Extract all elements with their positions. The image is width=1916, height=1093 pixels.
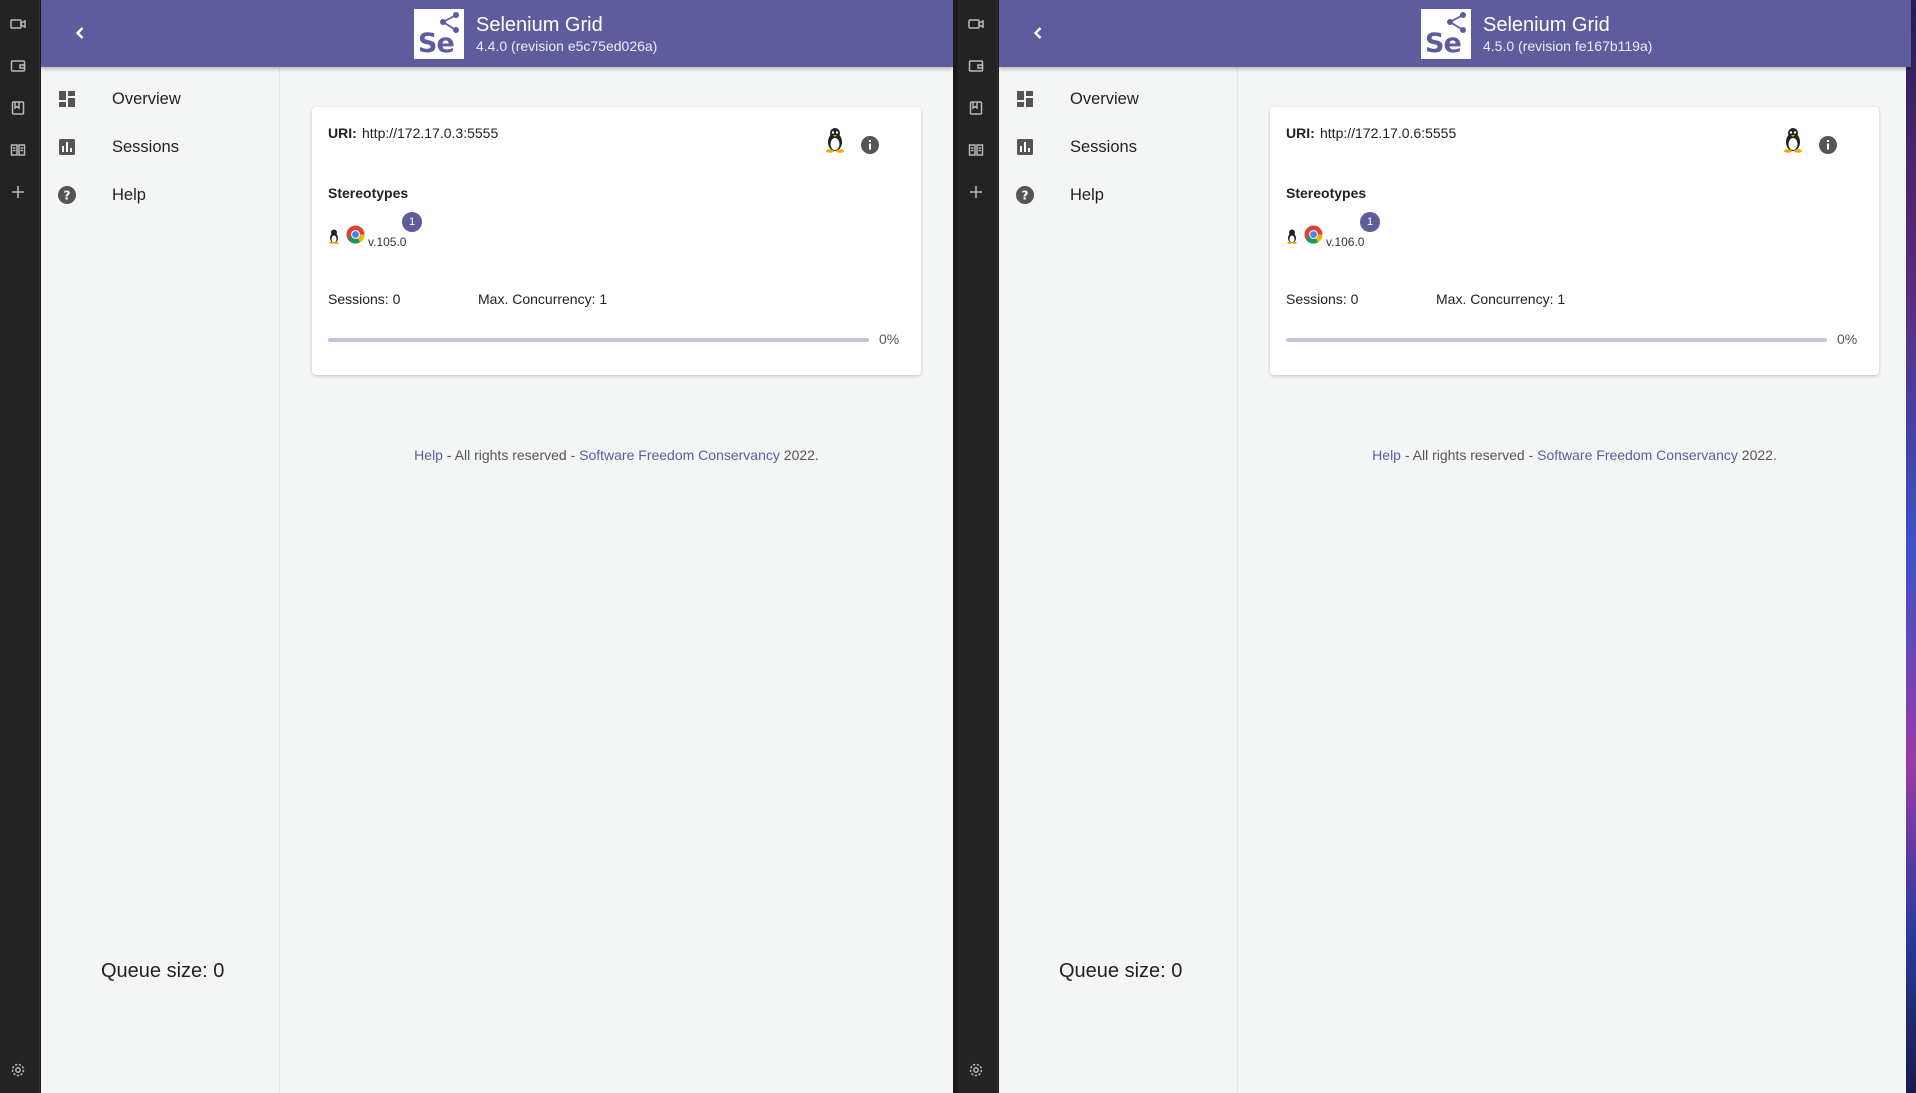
info-icon[interactable] xyxy=(860,135,880,155)
footer-year: 2022. xyxy=(1737,447,1777,463)
chevron-left-icon[interactable] xyxy=(67,20,93,46)
svg-text:?: ? xyxy=(64,189,71,203)
selenium-logo: Se xyxy=(414,9,464,59)
load-percent: 0% xyxy=(1837,331,1858,347)
footer: Help - All rights reserved - Software Fr… xyxy=(1270,447,1879,463)
linux-icon xyxy=(1784,128,1802,153)
load-percent: 0% xyxy=(879,331,900,347)
footer-org-link[interactable]: Software Freedom Conservancy xyxy=(579,447,780,463)
footer-text: - All rights reserved - xyxy=(1400,447,1538,463)
wallet-icon[interactable] xyxy=(8,56,28,76)
app-version: 4.4.0 (revision e5c75ed026a) xyxy=(476,38,658,54)
nav-label: Overview xyxy=(112,89,181,108)
nav-drawer: Overview Sessions ? Help xyxy=(41,67,280,1093)
logo-text: Se xyxy=(1425,28,1462,59)
node-card: URI: http://172.17.0.3:5555 Stereotypes … xyxy=(312,107,921,375)
browser-window-2: Se Selenium Grid 4.5.0 (revision fe167b1… xyxy=(958,0,1916,1093)
browser-sidebar xyxy=(0,0,40,1093)
app-header: Se Selenium Grid 4.5.0 (revision fe167b1… xyxy=(999,0,1911,67)
plus-icon[interactable] xyxy=(966,182,986,202)
video-icon[interactable] xyxy=(966,14,986,34)
nav-label: Sessions xyxy=(1070,137,1137,156)
settings-icon[interactable] xyxy=(966,1060,986,1080)
node-uri: http://172.17.0.6:5555 xyxy=(1320,125,1457,141)
footer-help-link[interactable]: Help xyxy=(414,447,443,463)
queue-size: Queue size: 0 xyxy=(1059,960,1183,982)
wallet-icon[interactable] xyxy=(966,56,986,76)
slot-count-badge: 1 xyxy=(402,212,422,232)
selenium-grid-app: Se Selenium Grid 4.4.0 (revision e5c75ed… xyxy=(41,0,953,1093)
nav-drawer: Overview Sessions ? Help xyxy=(999,67,1238,1093)
reader-icon[interactable] xyxy=(8,140,28,160)
nav-label: Overview xyxy=(1070,89,1139,108)
nav-item-sessions[interactable]: Sessions xyxy=(999,123,1238,171)
nav-item-help[interactable]: ? Help xyxy=(41,171,280,219)
browser-version: v.105.0 xyxy=(368,235,407,249)
linux-icon xyxy=(826,128,844,153)
chevron-left-icon[interactable] xyxy=(1025,20,1051,46)
footer-year: 2022. xyxy=(779,447,819,463)
selenium-logo: Se xyxy=(1421,9,1471,59)
app-version: 4.5.0 (revision fe167b119a) xyxy=(1483,38,1653,54)
app-header: Se Selenium Grid 4.4.0 (revision e5c75ed… xyxy=(41,0,953,67)
app-title: Selenium Grid xyxy=(1483,14,1610,36)
sessions-count: Sessions: 0 xyxy=(328,291,401,307)
nav-label: Sessions xyxy=(112,137,179,156)
nav-item-overview[interactable]: Overview xyxy=(41,75,280,123)
reader-icon[interactable] xyxy=(966,140,986,160)
footer-org-link[interactable]: Software Freedom Conservancy xyxy=(1537,447,1738,463)
max-concurrency: Max. Concurrency: 1 xyxy=(1436,291,1566,307)
queue-size: Queue size: 0 xyxy=(101,960,225,982)
selenium-grid-app: Se Selenium Grid 4.5.0 (revision fe167b1… xyxy=(999,0,1911,1093)
assessment-icon xyxy=(1015,137,1035,157)
bookmark-icon[interactable] xyxy=(8,98,28,118)
nav-item-overview[interactable]: Overview xyxy=(999,75,1238,123)
footer: Help - All rights reserved - Software Fr… xyxy=(312,447,921,463)
video-icon[interactable] xyxy=(8,14,28,34)
help-icon: ? xyxy=(57,185,77,205)
plus-icon[interactable] xyxy=(8,182,28,202)
desktop-wallpaper-edge xyxy=(1906,0,1916,1093)
settings-icon[interactable] xyxy=(8,1060,28,1080)
browser-version: v.106.0 xyxy=(1326,235,1365,249)
stereotypes-label: Stereotypes xyxy=(328,185,409,201)
uri-label: URI: xyxy=(1286,125,1315,141)
desktop: Se Selenium Grid 4.4.0 (revision e5c75ed… xyxy=(0,0,1916,1093)
chrome-icon xyxy=(1304,225,1323,244)
chrome-icon xyxy=(346,225,365,244)
load-progress-bar xyxy=(328,338,869,342)
stereotypes-label: Stereotypes xyxy=(1286,185,1367,201)
nav-item-help[interactable]: ? Help xyxy=(999,171,1238,219)
bookmark-icon[interactable] xyxy=(966,98,986,118)
nav-label: Help xyxy=(1070,185,1104,204)
linux-icon xyxy=(329,229,339,244)
footer-help-link[interactable]: Help xyxy=(1372,447,1401,463)
assessment-icon xyxy=(57,137,77,157)
browser-window-1: Se Selenium Grid 4.4.0 (revision e5c75ed… xyxy=(0,0,958,1093)
load-progress-bar xyxy=(1286,338,1827,342)
footer-text: - All rights reserved - xyxy=(442,447,580,463)
node-card: URI: http://172.17.0.6:5555 Stereotypes … xyxy=(1270,107,1879,375)
svg-text:?: ? xyxy=(1022,189,1029,203)
dashboard-icon xyxy=(1015,89,1035,109)
linux-icon xyxy=(1287,229,1297,244)
logo-text: Se xyxy=(418,28,455,59)
slot-count-badge: 1 xyxy=(1360,212,1380,232)
max-concurrency: Max. Concurrency: 1 xyxy=(478,291,608,307)
uri-label: URI: xyxy=(328,125,357,141)
nav-item-sessions[interactable]: Sessions xyxy=(41,123,280,171)
info-icon[interactable] xyxy=(1818,135,1838,155)
help-icon: ? xyxy=(1015,185,1035,205)
browser-sidebar xyxy=(958,0,998,1093)
dashboard-icon xyxy=(57,89,77,109)
node-uri: http://172.17.0.3:5555 xyxy=(362,125,499,141)
nav-label: Help xyxy=(112,185,146,204)
sessions-count: Sessions: 0 xyxy=(1286,291,1359,307)
app-title: Selenium Grid xyxy=(476,14,603,36)
